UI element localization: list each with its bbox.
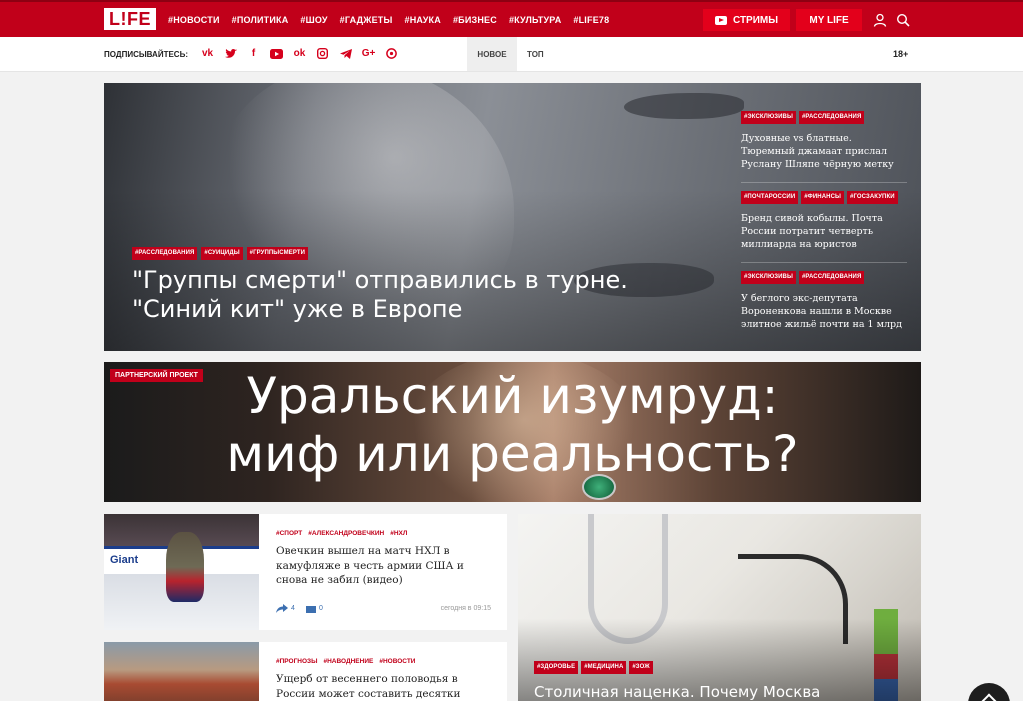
nav-item-business[interactable]: #БИЗНЕС — [453, 15, 497, 25]
partner-badge: ПАРТНЕРСКИЙ ПРОЕКТ — [110, 369, 203, 382]
card-time: сегодня в 09:15 — [440, 605, 491, 612]
streams-label: СТРИМЫ — [732, 14, 779, 26]
streams-button[interactable]: СТРИМЫ — [703, 9, 790, 31]
tag[interactable]: #ЗДОРОВЬЕ — [534, 661, 579, 674]
featured-card[interactable]: #ЗДОРОВЬЕ #МЕДИЦИНА #ЗОЖ Столичная нацен… — [518, 514, 921, 701]
youtube-icon[interactable] — [269, 46, 284, 61]
youtube-icon — [714, 15, 727, 25]
share-icon[interactable] — [276, 604, 288, 613]
card-meta: 4 0 сегодня в 09:15 — [276, 604, 491, 616]
tab-new[interactable]: НОВОЕ — [467, 37, 517, 71]
partner-title-line2: миф или реальность? — [226, 425, 799, 483]
tag[interactable]: #СПОРТ — [276, 530, 302, 537]
tag[interactable]: #ПОЧТАРОССИИ — [741, 191, 799, 204]
age-rating: 18+ — [893, 49, 909, 59]
site-logo[interactable]: L!FE — [104, 8, 156, 30]
share-count: 4 — [291, 605, 295, 612]
nav-item-culture[interactable]: #КУЛЬТУРА — [509, 15, 561, 25]
tag[interactable]: #НАВОДНЕНИЕ — [323, 658, 373, 665]
side-news-item[interactable]: #ПОЧТАРОССИИ #ФИНАНСЫ #ГОСЗАКУПКИ Бренд … — [741, 191, 907, 263]
tag[interactable]: #АЛЕКСАНДРОВЕЧКИН — [308, 530, 384, 537]
nav-item-science[interactable]: #НАУКА — [405, 15, 441, 25]
tag[interactable]: #ЗОЖ — [629, 661, 653, 674]
tag[interactable]: #РАССЛЕДОВАНИЯ — [132, 247, 198, 260]
tag[interactable]: #РАССЛЕДОВАНИЯ — [798, 271, 865, 284]
tag[interactable]: #ФИНАНСЫ — [801, 191, 845, 204]
card-image[interactable] — [104, 642, 259, 701]
news-card[interactable]: #ПРОГНОЗЫ #НАВОДНЕНИЕ #НОВОСТИ Ущерб от … — [104, 642, 507, 701]
viber-icon[interactable] — [384, 46, 399, 61]
partner-title[interactable]: Уральский изумруд: миф или реальность? — [104, 367, 921, 483]
social-links: vk f ok G+ — [200, 46, 399, 61]
telegram-icon[interactable] — [338, 46, 353, 61]
subscribe-label: ПОДПИСЫВАЙТЕСЬ: — [104, 50, 188, 59]
card-body: #ПРОГНОЗЫ #НАВОДНЕНИЕ #НОВОСТИ Ущерб от … — [276, 658, 491, 701]
hero-title[interactable]: "Группы смерти" отправились в турне. "Си… — [132, 266, 672, 324]
card-title[interactable]: Овечкин вышел на матч НХЛ в камуфляже в … — [276, 544, 491, 588]
partner-banner[interactable]: Уральский изумруд: миф или реальность? П… — [104, 362, 921, 502]
odnoklassniki-icon[interactable]: ok — [292, 46, 307, 61]
tag[interactable]: #РАССЛЕДОВАНИЯ — [798, 111, 865, 124]
sub-bar: ПОДПИСЫВАЙТЕСЬ: vk f ok G+ НОВОЕ ТОП 18+ — [0, 37, 1023, 72]
google-plus-icon[interactable]: G+ — [361, 46, 376, 61]
side-news-title[interactable]: У беглого экс-депутата Вороненкова нашли… — [741, 292, 907, 331]
card-image[interactable]: Giant — [104, 514, 259, 630]
hockey-player — [166, 532, 204, 602]
user-icon[interactable] — [873, 13, 887, 27]
nav-item-news[interactable]: #НОВОСТИ — [168, 15, 220, 25]
main-nav: #НОВОСТИ #ПОЛИТИКА #ШОУ #ГАДЖЕТЫ #НАУКА … — [168, 2, 609, 37]
tag[interactable]: #НОВОСТИ — [379, 658, 415, 665]
twitter-icon[interactable] — [223, 46, 238, 61]
nav-item-show[interactable]: #ШОУ — [300, 15, 327, 25]
board-text: Giant — [110, 554, 139, 566]
featured-title[interactable]: Столичная наценка. Почему Москва — [534, 683, 914, 701]
side-news-title[interactable]: Бренд сивой кобылы. Почта России потрати… — [741, 212, 907, 251]
comment-count: 0 — [319, 605, 323, 612]
side-news-item[interactable]: #ЭКСКЛЮЗИВЫ #РАССЛЕДОВАНИЯ Духовные vs б… — [741, 111, 907, 183]
comment-icon[interactable] — [306, 606, 316, 613]
partner-title-line1: Уральский изумруд: — [246, 367, 779, 425]
tab-top[interactable]: ТОП — [527, 37, 544, 71]
tag[interactable]: #НХЛ — [390, 530, 407, 537]
nav-item-gadgets[interactable]: #ГАДЖЕТЫ — [340, 15, 393, 25]
facebook-icon[interactable]: f — [246, 46, 261, 61]
tag[interactable]: #МЕДИЦИНА — [581, 661, 627, 674]
featured-tags: #ЗДОРОВЬЕ #МЕДИЦИНА #ЗОЖ — [534, 661, 653, 674]
side-news-title[interactable]: Духовные vs блатные. Тюремный джамаат пр… — [741, 132, 907, 171]
hero-tags: #РАССЛЕДОВАНИЯ #СУИЦИДЫ #ГРУППЫСМЕРТИ — [132, 247, 309, 260]
side-news-item[interactable]: #ЭКСКЛЮЗИВЫ #РАССЛЕДОВАНИЯ У беглого экс… — [741, 271, 907, 342]
news-card[interactable]: Giant #СПОРТ #АЛЕКСАНДРОВЕЧКИН #НХЛ Овеч… — [104, 514, 507, 630]
search-icon[interactable] — [896, 13, 910, 27]
tag[interactable]: #ГОСЗАКУПКИ — [847, 191, 898, 204]
vk-icon[interactable]: vk — [200, 46, 215, 61]
scroll-top-button[interactable] — [968, 683, 1010, 701]
tag[interactable]: #ГРУППЫСМЕРТИ — [246, 247, 309, 260]
hero-article[interactable]: #РАССЛЕДОВАНИЯ #СУИЦИДЫ #ГРУППЫСМЕРТИ "Г… — [104, 83, 921, 351]
nav-item-life78[interactable]: #LIFE78 — [573, 15, 609, 25]
instagram-icon[interactable] — [315, 46, 330, 61]
my-life-button[interactable]: MY LIFE — [796, 9, 862, 31]
card-title[interactable]: Ущерб от весеннего половодья в России мо… — [276, 672, 491, 701]
nav-item-politics[interactable]: #ПОЛИТИКА — [232, 15, 289, 25]
tag[interactable]: #ЭКСКЛЮЗИВЫ — [741, 111, 796, 124]
tag[interactable]: #СУИЦИДЫ — [201, 247, 243, 260]
tag[interactable]: #ПРОГНОЗЫ — [276, 658, 317, 665]
top-bar: L!FE #НОВОСТИ #ПОЛИТИКА #ШОУ #ГАДЖЕТЫ #Н… — [0, 0, 1023, 37]
card-body: #СПОРТ #АЛЕКСАНДРОВЕЧКИН #НХЛ Овечкин вы… — [276, 530, 491, 588]
tag[interactable]: #ЭКСКЛЮЗИВЫ — [741, 271, 796, 284]
side-news-list: #ЭКСКЛЮЗИВЫ #РАССЛЕДОВАНИЯ Духовные vs б… — [741, 111, 907, 350]
